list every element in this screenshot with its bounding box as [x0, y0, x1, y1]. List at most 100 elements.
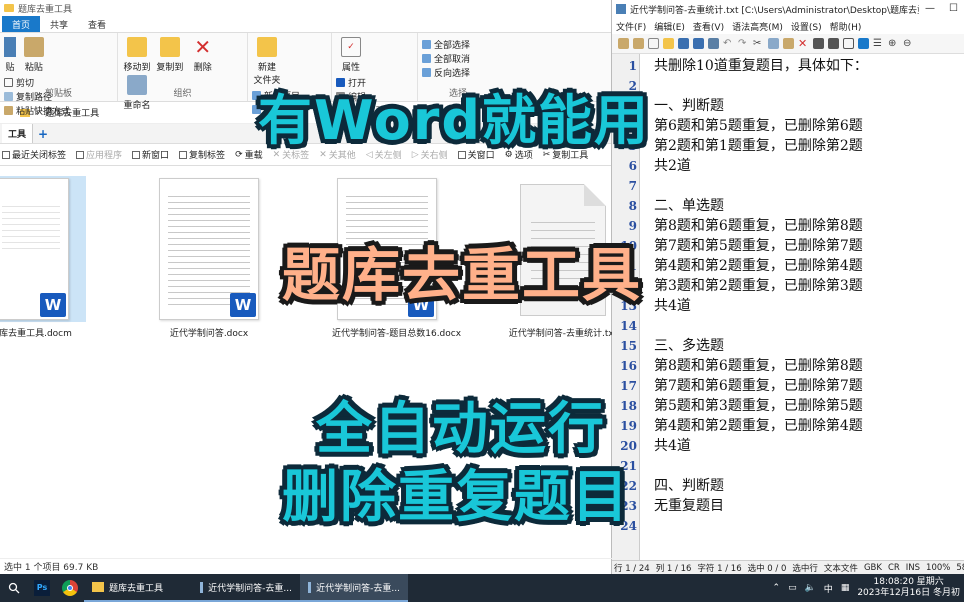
paste-label: 粘贴: [24, 63, 43, 73]
volume-icon[interactable]: 🔈: [805, 583, 816, 593]
editor-line: 无重复题目: [654, 498, 724, 514]
editor-line: 第6题和第5题重复，已删除第6题: [654, 118, 863, 134]
menu-view[interactable]: 查看(V): [693, 20, 724, 33]
explorer-titlebar: 题库去重工具: [0, 0, 611, 16]
maximize-icon[interactable]: ☐: [949, 3, 958, 14]
pin-button[interactable]: 贴: [4, 37, 16, 73]
taskbar-app-explorer[interactable]: 题库去重工具: [84, 574, 192, 602]
file-item[interactable]: W 近代学制问答.docx: [154, 176, 264, 339]
open-folder-icon[interactable]: [618, 38, 629, 49]
new-folder-icon: [257, 37, 277, 57]
notepad-status-bar: 行 1 / 24 列 1 / 16 字符 1 / 16 选中 0 / 0 选中行…: [612, 560, 964, 574]
folder-icon: [4, 4, 14, 12]
copy-to-button[interactable]: 复制到: [155, 37, 185, 73]
browse-icon[interactable]: [633, 38, 644, 49]
menu-syntax[interactable]: 语法高亮(M): [732, 20, 783, 33]
minimize-icon[interactable]: —: [925, 3, 935, 14]
delete-button[interactable]: ✕ 删除: [188, 37, 218, 73]
text-editor[interactable]: 1 2 3 4 5 6 7 8 9 10 11 12 13 14 15 16 17 18 19 20 21 22 23 24 …: [612, 54, 964, 560]
status-selection: 选中 0 / 0: [747, 563, 787, 574]
paste-icon[interactable]: [783, 38, 794, 49]
editor-line: 共4道: [654, 298, 691, 314]
folder-icon: [92, 582, 104, 592]
recent-tabs-button[interactable]: 最近关闭标签: [2, 148, 66, 161]
editor-line: 第3题和第2题重复，已删除第3题: [654, 278, 863, 294]
word-wrap-toggle-icon[interactable]: [858, 38, 869, 49]
new-tab-plus-icon[interactable]: +: [33, 127, 53, 141]
notepad-title: 近代学制问答-去重统计.txt [C:\Users\Administrator\…: [630, 5, 935, 16]
caption-tool-name: 题库去重工具: [282, 241, 643, 309]
paste-button[interactable]: 粘贴: [19, 37, 49, 73]
line-number: 6: [628, 159, 637, 173]
menu-settings[interactable]: 设置(S): [791, 20, 822, 33]
save-icon[interactable]: [678, 38, 689, 49]
ime-indicator[interactable]: 中: [824, 582, 833, 595]
tab-home[interactable]: 首页: [2, 15, 41, 33]
line-number: 14: [620, 319, 637, 333]
word-icon: W: [40, 293, 66, 317]
rename-label: 重命名: [123, 101, 151, 111]
cut-icon[interactable]: ✂: [753, 38, 764, 49]
copy-to-label: 复制到: [156, 63, 184, 73]
move-to-icon: [127, 37, 147, 57]
move-to-button[interactable]: 移动到: [122, 37, 152, 73]
menu-edit[interactable]: 编辑(E): [654, 20, 685, 33]
search-icon[interactable]: [0, 574, 28, 602]
file-item[interactable]: W 题库去重工具.docm: [0, 176, 86, 339]
file-name: 近代学制问答.docx: [169, 329, 249, 339]
editor-line: 第5题和第3题重复，已删除第5题: [654, 398, 863, 414]
taskbar-app-label: 近代学制问答-去重...: [208, 583, 292, 594]
print-icon[interactable]: [708, 38, 719, 49]
apps-button[interactable]: 应用程序: [76, 148, 122, 161]
open-file-icon[interactable]: [663, 38, 674, 49]
word-wrap-icon[interactable]: [843, 38, 854, 49]
chevron-up-icon[interactable]: ⌃: [773, 583, 781, 593]
word-doc-thumbnail: W: [0, 178, 69, 320]
new-file-icon[interactable]: [648, 38, 659, 49]
select-all-icon: [422, 39, 431, 49]
taskbar-app-label: 题库去重工具: [109, 583, 164, 594]
editor-line: 三、多选题: [654, 338, 724, 354]
reload-icon: ⟳: [235, 149, 243, 160]
delete-icon[interactable]: ✕: [798, 38, 809, 49]
clock-time: 18:08:20 星期六: [873, 577, 944, 587]
save-as-icon[interactable]: [693, 38, 704, 49]
taskbar-app-notepad-1[interactable]: 近代学制问答-去重...: [192, 574, 300, 602]
recent-tabs-icon: [2, 150, 10, 159]
find-icon[interactable]: [813, 38, 824, 49]
new-window-button[interactable]: 新窗口: [132, 148, 169, 161]
list-icon[interactable]: ☰: [873, 38, 884, 49]
network-icon[interactable]: ▭: [788, 583, 797, 593]
editor-line: 第4题和第2题重复，已删除第4题: [654, 258, 863, 274]
clock[interactable]: 18:08:20 星期六 2023年12月16日 冬月初: [857, 577, 960, 599]
menu-file[interactable]: 文件(F): [616, 20, 646, 33]
zoom-out-icon[interactable]: ⊖: [903, 38, 914, 49]
apps-icon: [76, 150, 85, 159]
status-file-type: 文本文件: [823, 563, 858, 574]
taskbar-app-notepad-2[interactable]: 近代学制问答-去重...: [300, 574, 408, 602]
clock-date: 2023年12月16日 冬月初: [857, 588, 960, 598]
copy-icon[interactable]: [768, 38, 779, 49]
tab-share[interactable]: 共享: [40, 16, 78, 33]
zoom-in-icon[interactable]: ⊕: [888, 38, 899, 49]
pin-button-label: 贴: [5, 63, 15, 73]
copy-tab-icon: [179, 150, 188, 159]
paste-shortcut-button[interactable]: 粘贴快捷方式: [4, 103, 70, 117]
chrome-icon[interactable]: [56, 574, 84, 602]
photoshop-icon[interactable]: Ps: [28, 574, 56, 602]
select-none-button[interactable]: 全部取消: [422, 51, 470, 65]
properties-button[interactable]: ✓ 属性: [336, 37, 366, 73]
notepad-icon: [200, 581, 204, 593]
menu-help[interactable]: 帮助(H): [830, 20, 862, 33]
select-none-label: 全部取消: [434, 54, 471, 65]
undo-icon[interactable]: ↶: [723, 38, 734, 49]
editor-line: 第4题和第2题重复，已删除第4题: [654, 418, 863, 434]
redo-icon[interactable]: ↷: [738, 38, 749, 49]
folder-tab[interactable]: 工具: [2, 124, 34, 143]
copy-tab-button[interactable]: 复制标签: [179, 148, 225, 161]
replace-icon[interactable]: [828, 38, 839, 49]
select-all-button[interactable]: 全部选择: [422, 37, 470, 51]
grid-icon[interactable]: ▦: [841, 583, 850, 593]
tab-view[interactable]: 查看: [78, 16, 116, 33]
explorer-title: 题库去重工具: [18, 4, 73, 15]
